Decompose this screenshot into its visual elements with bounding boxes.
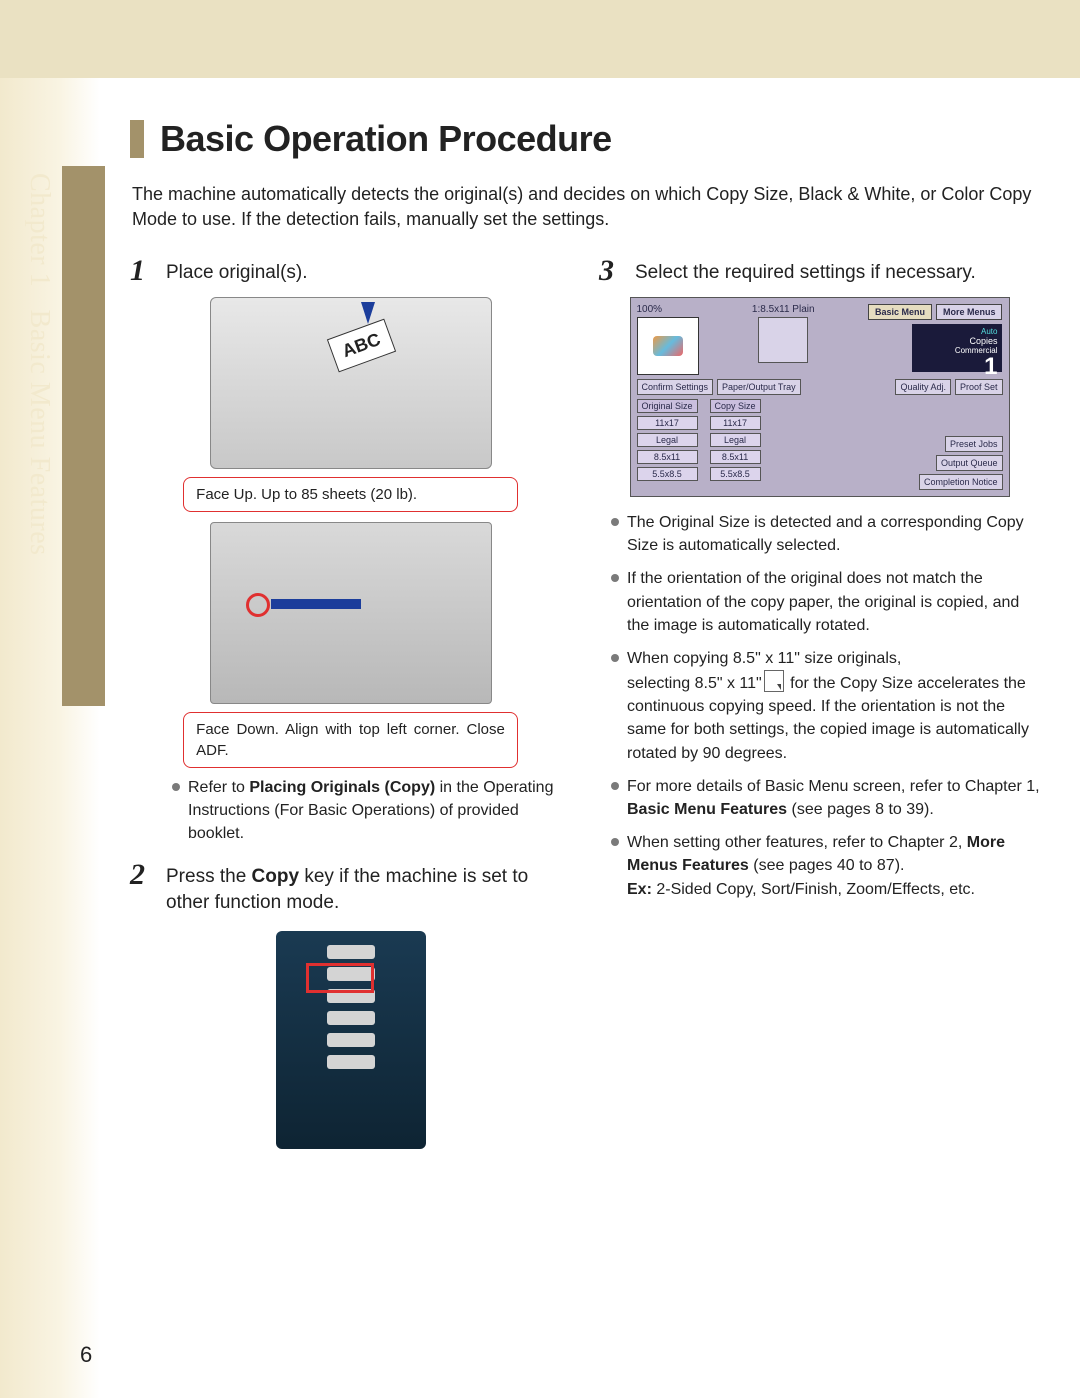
s2-prefix: Press the [166, 866, 252, 887]
step-3-bullets: The Original Size is detected and a corr… [605, 511, 1040, 901]
b5-pre: When setting other features, refer to Ch… [627, 834, 967, 851]
panel-button [327, 1011, 375, 1025]
adf-illustration [210, 297, 492, 469]
intro-paragraph: The machine automatically detects the or… [132, 182, 1040, 232]
columns: 1 Place original(s). Face Up. Up to 85 s… [130, 256, 1040, 1148]
panel-button [327, 1055, 375, 1069]
paper-current: 1:8.5x11 Plain [752, 304, 815, 315]
s2-bold: Copy [252, 866, 300, 887]
step-3: 3 Select the required settings if necess… [599, 256, 1040, 287]
size-option: 8.5x11 [637, 450, 698, 464]
panel-button [327, 1033, 375, 1047]
step-3-number: 3 [599, 256, 621, 286]
size-option: 8.5x11 [710, 450, 761, 464]
right-column: 3 Select the required settings if necess… [599, 256, 1040, 1148]
b3-pre: selecting 8.5" x 11" [627, 675, 762, 692]
b3-line1: When copying 8.5" x 11" size originals, [627, 650, 901, 667]
output-queue-button: Output Queue [936, 455, 1003, 471]
page-title: Basic Operation Procedure [160, 118, 612, 160]
step-1: 1 Place original(s). [130, 256, 571, 287]
top-band [0, 0, 1080, 78]
paper-output-tray-button: Paper/Output Tray [717, 379, 801, 395]
copies-value: 1 [984, 355, 997, 379]
b5-ex-label: Ex: [627, 881, 652, 898]
step-2-number: 2 [130, 860, 152, 890]
tab-basic-menu: Basic Menu [868, 304, 932, 320]
original-size-list: Original Size 11x17 Legal 8.5x11 5.5x8.5 [637, 399, 698, 481]
size-option: 5.5x8.5 [710, 467, 761, 481]
note-bold: Placing Originals (Copy) [249, 779, 435, 796]
note-placing-originals: Refer to Placing Originals (Copy) in the… [172, 776, 571, 846]
size-option: 11x17 [637, 416, 698, 430]
b5-ex: 2-Sided Copy, Sort/Finish, Zoom/Effects,… [652, 881, 975, 898]
manual-page: Chapter 1 Basic Menu Features Basic Oper… [0, 78, 1080, 1398]
panel-button [327, 945, 375, 959]
bullet-orientation: If the orientation of the original does … [611, 567, 1040, 637]
auto-indicator: Auto [981, 327, 997, 336]
step-1-number: 1 [130, 256, 152, 286]
tab-more-menus: More Menus [936, 304, 1003, 320]
bullet-auto-size: The Original Size is detected and a corr… [611, 511, 1040, 557]
title-accent [130, 120, 144, 158]
control-panel-illustration [276, 931, 426, 1149]
quality-adj-button: Quality Adj. [895, 379, 951, 395]
copies-display: Auto Copies Commercial 1 [912, 324, 1002, 372]
size-option: Legal [710, 433, 761, 447]
portrait-page-icon [764, 670, 784, 692]
zoom-value: 100% [637, 304, 699, 315]
arrow-down-icon [361, 302, 375, 324]
completion-notice-button: Completion Notice [919, 474, 1003, 490]
copy-key-highlight [306, 963, 374, 993]
bullet-copy-size: When copying 8.5" x 11" size originals, … [611, 647, 1040, 765]
size-option: 11x17 [710, 416, 761, 430]
left-column: 1 Place original(s). Face Up. Up to 85 s… [130, 256, 571, 1148]
step-1-notes: Refer to Placing Originals (Copy) in the… [166, 776, 571, 846]
arrow-right-icon [271, 599, 361, 609]
note-prefix: Refer to [188, 779, 249, 796]
original-size-header: Original Size [637, 399, 698, 413]
callout-face-down: Face Down. Align with top left corner. C… [183, 712, 518, 768]
page-number: 6 [80, 1342, 92, 1368]
content: Basic Operation Procedure The machine au… [0, 78, 1080, 1149]
b4-post: (see pages 8 to 39). [787, 801, 934, 818]
preview-thumbnail [637, 317, 699, 375]
bullet-more-menus-ref: When setting other features, refer to Ch… [611, 831, 1040, 901]
step-1-text: Place original(s). [166, 256, 308, 287]
b4-pre: For more details of Basic Menu screen, r… [627, 778, 1040, 795]
step-2-text: Press the Copy key if the machine is set… [166, 860, 571, 917]
confirm-settings-button: Confirm Settings [637, 379, 714, 395]
size-option: 5.5x8.5 [637, 467, 698, 481]
callout-face-up: Face Up. Up to 85 sheets (20 lb). [183, 477, 518, 512]
b5-post: (see pages 40 to 87). [749, 857, 905, 874]
b4-bold: Basic Menu Features [627, 801, 787, 818]
step-3-text: Select the required settings if necessar… [635, 256, 976, 287]
copies-label: Copies [969, 336, 997, 346]
preset-jobs-button: Preset Jobs [945, 436, 1003, 452]
proof-set-button: Proof Set [955, 379, 1003, 395]
step-2: 2 Press the Copy key if the machine is s… [130, 860, 571, 917]
size-option: Legal [637, 433, 698, 447]
copy-size-header: Copy Size [710, 399, 761, 413]
title-row: Basic Operation Procedure [130, 118, 1040, 160]
tray-icon [758, 317, 808, 363]
bullet-basic-menu-ref: For more details of Basic Menu screen, r… [611, 775, 1040, 821]
lcd-screenshot: 100% 1:8.5x11 Plain Basic Menu More Menu… [630, 297, 1010, 497]
copy-size-list: Copy Size 11x17 Legal 8.5x11 5.5x8.5 [710, 399, 761, 481]
platen-illustration [210, 522, 492, 704]
